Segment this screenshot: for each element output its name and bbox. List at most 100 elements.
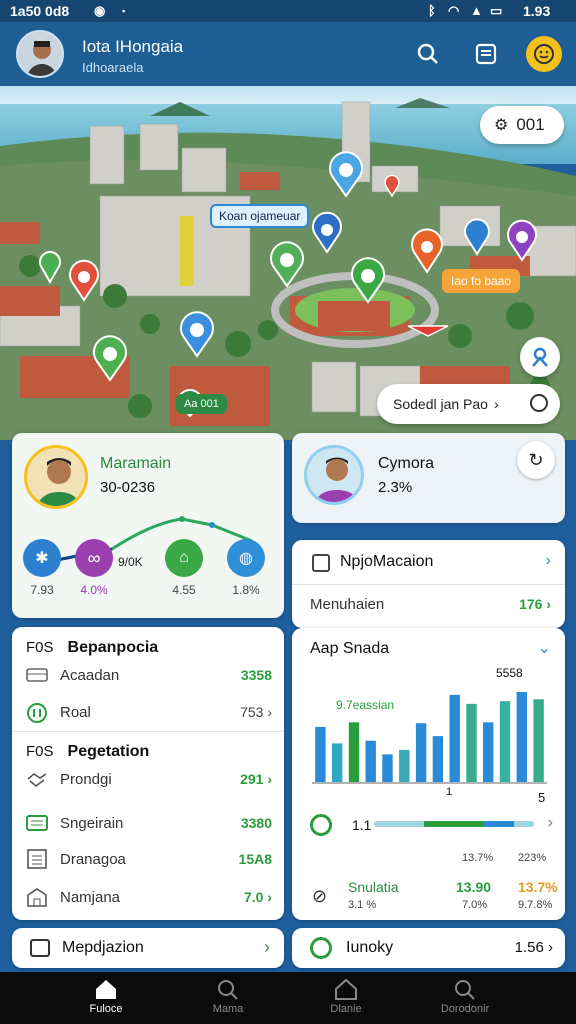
timer-icon: [310, 937, 332, 959]
chart-bar: [466, 703, 477, 782]
chevron-right-icon[interactable]: ›: [548, 814, 553, 832]
mini-profile-card[interactable]: Cymora 2.3% ↻: [292, 433, 565, 523]
locate-icon: [532, 347, 548, 367]
section-header: F0S Bepanpocia: [26, 639, 158, 657]
search-button[interactable]: [412, 38, 444, 70]
profile-emoji-button[interactable]: [526, 36, 562, 72]
divider: [12, 731, 284, 732]
map-pin[interactable]: [464, 218, 490, 256]
mini-profile-avatar: [304, 445, 364, 505]
progress-track: [374, 821, 534, 827]
map-label-small[interactable]: Aa 001: [176, 394, 227, 414]
bar-chart: [312, 692, 547, 784]
map-pin[interactable]: [180, 311, 214, 358]
trip-count: 001: [516, 115, 545, 134]
map-pin[interactable]: [351, 257, 385, 304]
search-icon: [455, 980, 475, 1000]
chart-bar: [415, 723, 427, 782]
chevron-right-icon: ›: [264, 937, 270, 957]
bug-icon: ✱: [23, 539, 61, 577]
compass-icon: [530, 394, 548, 412]
chevron-right-icon[interactable]: ›: [546, 552, 551, 570]
city-map[interactable]: ⚙ 001 Koan ojameuar Iao fo baao Aa 001 S…: [0, 86, 576, 440]
list-row[interactable]: Dranagoa 15A8: [12, 841, 284, 877]
locate-button[interactable]: [520, 337, 560, 377]
footer-value-sub: 9.7.8%: [518, 899, 553, 911]
row-label: Acaadan: [60, 667, 120, 684]
footer-value: 13.90: [456, 879, 492, 895]
list-row[interactable]: Acaadan 3358: [12, 657, 284, 693]
map-pin[interactable]: [507, 219, 537, 262]
chart-bar: [365, 740, 376, 782]
map-pin[interactable]: [407, 325, 449, 337]
map-pin[interactable]: [384, 174, 400, 198]
user-avatar[interactable]: [16, 30, 64, 78]
footer-card-left[interactable]: Mepdjazion ›: [12, 928, 284, 968]
list-row[interactable]: Prondgi 291 ›: [12, 761, 284, 797]
chart-bar: [315, 726, 326, 782]
record-icon: ◉: [94, 3, 106, 18]
nav-item-places[interactable]: Dlanie: [291, 978, 401, 1015]
info-icon: [312, 554, 330, 572]
status-bar: 1a50 0d8 ◉ ▪ ᛒ ◠ ▲ ▭ 1.93: [0, 0, 576, 22]
list-row[interactable]: Sngeirain 3380: [12, 805, 284, 841]
map-label-main[interactable]: Koan ojameuar: [210, 204, 310, 228]
stat-item[interactable]: ✱ 7.93: [20, 539, 64, 597]
footer-card-label: Mepdjazion: [62, 939, 144, 956]
battery-icon: ▭: [490, 3, 503, 18]
nav-item-discover[interactable]: Dorodonir: [410, 978, 520, 1015]
target-icon: [310, 814, 332, 836]
map-search-pill[interactable]: Sodedl jan Pao ›: [377, 384, 560, 424]
row-value: 753 ›: [240, 704, 272, 720]
map-pin[interactable]: [69, 259, 99, 302]
footer-card-right[interactable]: Iunoky 1.56 ›: [292, 928, 565, 968]
stat-item[interactable]: ◍ 1.8%: [224, 539, 268, 597]
profile-card[interactable]: Maramain 30-0236 9/0K ✱ 7.93 ∞ 4.0% ⌂ 4.…: [12, 433, 284, 618]
refresh-button[interactable]: ↻: [517, 441, 555, 479]
chart-bar: [516, 692, 527, 782]
row-label: Roal: [60, 704, 91, 721]
map-pin[interactable]: [39, 251, 61, 285]
map-label-secondary[interactable]: Iao fo baao: [442, 269, 521, 293]
footer-title: Snulatia: [348, 879, 399, 895]
wifi-icon: ◠: [448, 3, 460, 18]
list-row[interactable]: Namjana 7.0 ›: [12, 879, 284, 915]
document-icon: [26, 849, 48, 869]
section-title: Bepanpocia: [67, 639, 159, 656]
document-button[interactable]: [470, 38, 502, 70]
list-card: F0S Bepanpocia Acaadan 3358 Roal 753 › F0…: [12, 627, 284, 920]
chevron-right-icon: ›: [493, 396, 499, 412]
nav-item-map[interactable]: Mama: [173, 978, 283, 1015]
progress-label: 1.1: [352, 817, 372, 833]
profile-chart-peak: 9/0K: [118, 555, 143, 569]
globe-icon: ◍: [227, 539, 265, 577]
nav-item-home[interactable]: Fuloce: [51, 978, 161, 1015]
infinity-icon: ∞: [75, 539, 113, 577]
map-pin[interactable]: [411, 228, 443, 274]
list-row[interactable]: Roal 753 ›: [12, 694, 284, 730]
trip-counter-pill[interactable]: ⚙ 001: [480, 106, 564, 144]
info-title: NpjoMacaion: [340, 553, 434, 570]
row-value: 3358: [240, 667, 272, 683]
chart-bar: [332, 743, 343, 782]
info-row-value[interactable]: 176 ›: [519, 596, 551, 612]
map-pin[interactable]: [93, 335, 127, 382]
document-icon: [475, 43, 497, 65]
map-pin[interactable]: [329, 151, 363, 198]
chevron-down-icon[interactable]: ⌄: [538, 638, 551, 658]
signal-icon: ▲: [470, 3, 483, 18]
nav-label: Dlanie: [330, 1003, 362, 1015]
nav-label: Mama: [212, 1003, 244, 1015]
section-code: F0S: [26, 639, 54, 656]
section-title: Pegetation: [67, 743, 150, 760]
search-icon: [218, 980, 238, 1000]
stat-item[interactable]: ∞ 4.0%: [72, 539, 116, 597]
mini-profile-value: 2.3%: [378, 479, 413, 496]
info-row-label: Menuhaien: [310, 596, 385, 613]
map-pin[interactable]: [270, 241, 304, 288]
map-pin[interactable]: [312, 211, 342, 254]
progress-tick: 13.7%: [462, 852, 494, 864]
info-card[interactable]: NpjoMacaion › Menuhaien 176 ›: [292, 540, 565, 628]
stat-item[interactable]: ⌂ 4.55: [162, 539, 206, 597]
battery-level: 1.93: [523, 3, 551, 19]
